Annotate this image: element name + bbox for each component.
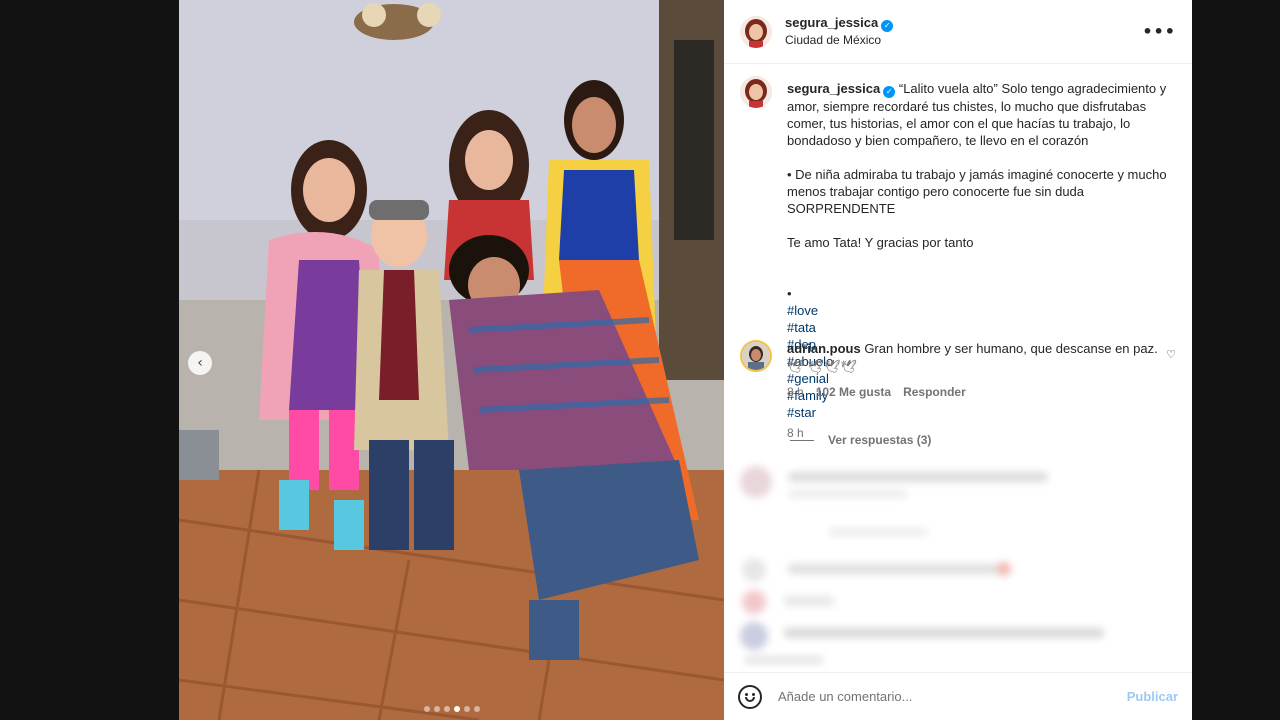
- reply-button[interactable]: Responder: [903, 384, 966, 401]
- commenter-avatar[interactable]: [740, 340, 772, 372]
- comment-item: adrian.pous Gran hombre y ser humano, qu…: [740, 340, 1180, 401]
- comment-likes[interactable]: 102 Me gusta: [816, 384, 891, 401]
- comment-emojis: 🕊 🕊🕊🕊: [787, 360, 858, 375]
- replies-divider: [790, 439, 814, 441]
- post-location[interactable]: Ciudad de México: [785, 32, 893, 49]
- group-photo: [179, 0, 724, 720]
- carousel-dot: [443, 706, 450, 712]
- hashtag-bullet: •: [787, 286, 792, 301]
- carousel-dot: [463, 706, 470, 712]
- comment-timestamp[interactable]: 8 h: [787, 384, 804, 401]
- carousel-dot: [473, 706, 480, 712]
- post-details-panel: segura_jessica ✓ Ciudad de México ••• seg…: [724, 0, 1192, 720]
- carousel-dot: [433, 706, 440, 712]
- blurred-comments: [740, 466, 1104, 664]
- comment-composer: Publicar: [724, 672, 1192, 720]
- post-header: segura_jessica ✓ Ciudad de México •••: [724, 0, 1192, 64]
- verified-badge-icon: ✓: [881, 20, 894, 32]
- heart-icon[interactable]: ♡: [1166, 348, 1176, 361]
- author-avatar[interactable]: [740, 15, 772, 48]
- verified-badge-icon: ✓: [883, 86, 896, 98]
- comment-input[interactable]: [778, 689, 1108, 704]
- hashtag-link[interactable]: #star: [787, 405, 816, 420]
- post-image: ‹: [179, 0, 724, 720]
- hashtag-link[interactable]: #tata: [787, 320, 816, 335]
- carousel-dot-active: [453, 706, 460, 712]
- caption-username[interactable]: segura_jessica: [787, 81, 880, 96]
- view-replies-label: Ver respuestas (3): [828, 433, 932, 447]
- caption-text-3: Te amo Tata! Y gracias por tanto: [787, 235, 974, 250]
- more-options-icon[interactable]: •••: [1142, 22, 1176, 41]
- comment-text: Gran hombre y ser humano, que descanse e…: [864, 341, 1158, 356]
- carousel-prev-button[interactable]: ‹: [188, 351, 212, 375]
- caption-text-2: • De niña admiraba tu trabajo y jamás im…: [787, 167, 1167, 216]
- chevron-left-icon: ‹: [197, 355, 203, 371]
- commenter-username[interactable]: adrian.pous: [787, 341, 861, 356]
- publish-button[interactable]: Publicar: [1127, 689, 1178, 704]
- author-username[interactable]: segura_jessica: [785, 15, 878, 30]
- carousel-dots: [179, 706, 724, 712]
- view-replies-button[interactable]: Ver respuestas (3): [790, 433, 931, 447]
- hashtag-link[interactable]: #love: [787, 303, 818, 318]
- carousel-dot: [423, 706, 430, 712]
- caption-author-avatar[interactable]: [740, 76, 772, 108]
- emoji-picker-icon[interactable]: [738, 684, 762, 709]
